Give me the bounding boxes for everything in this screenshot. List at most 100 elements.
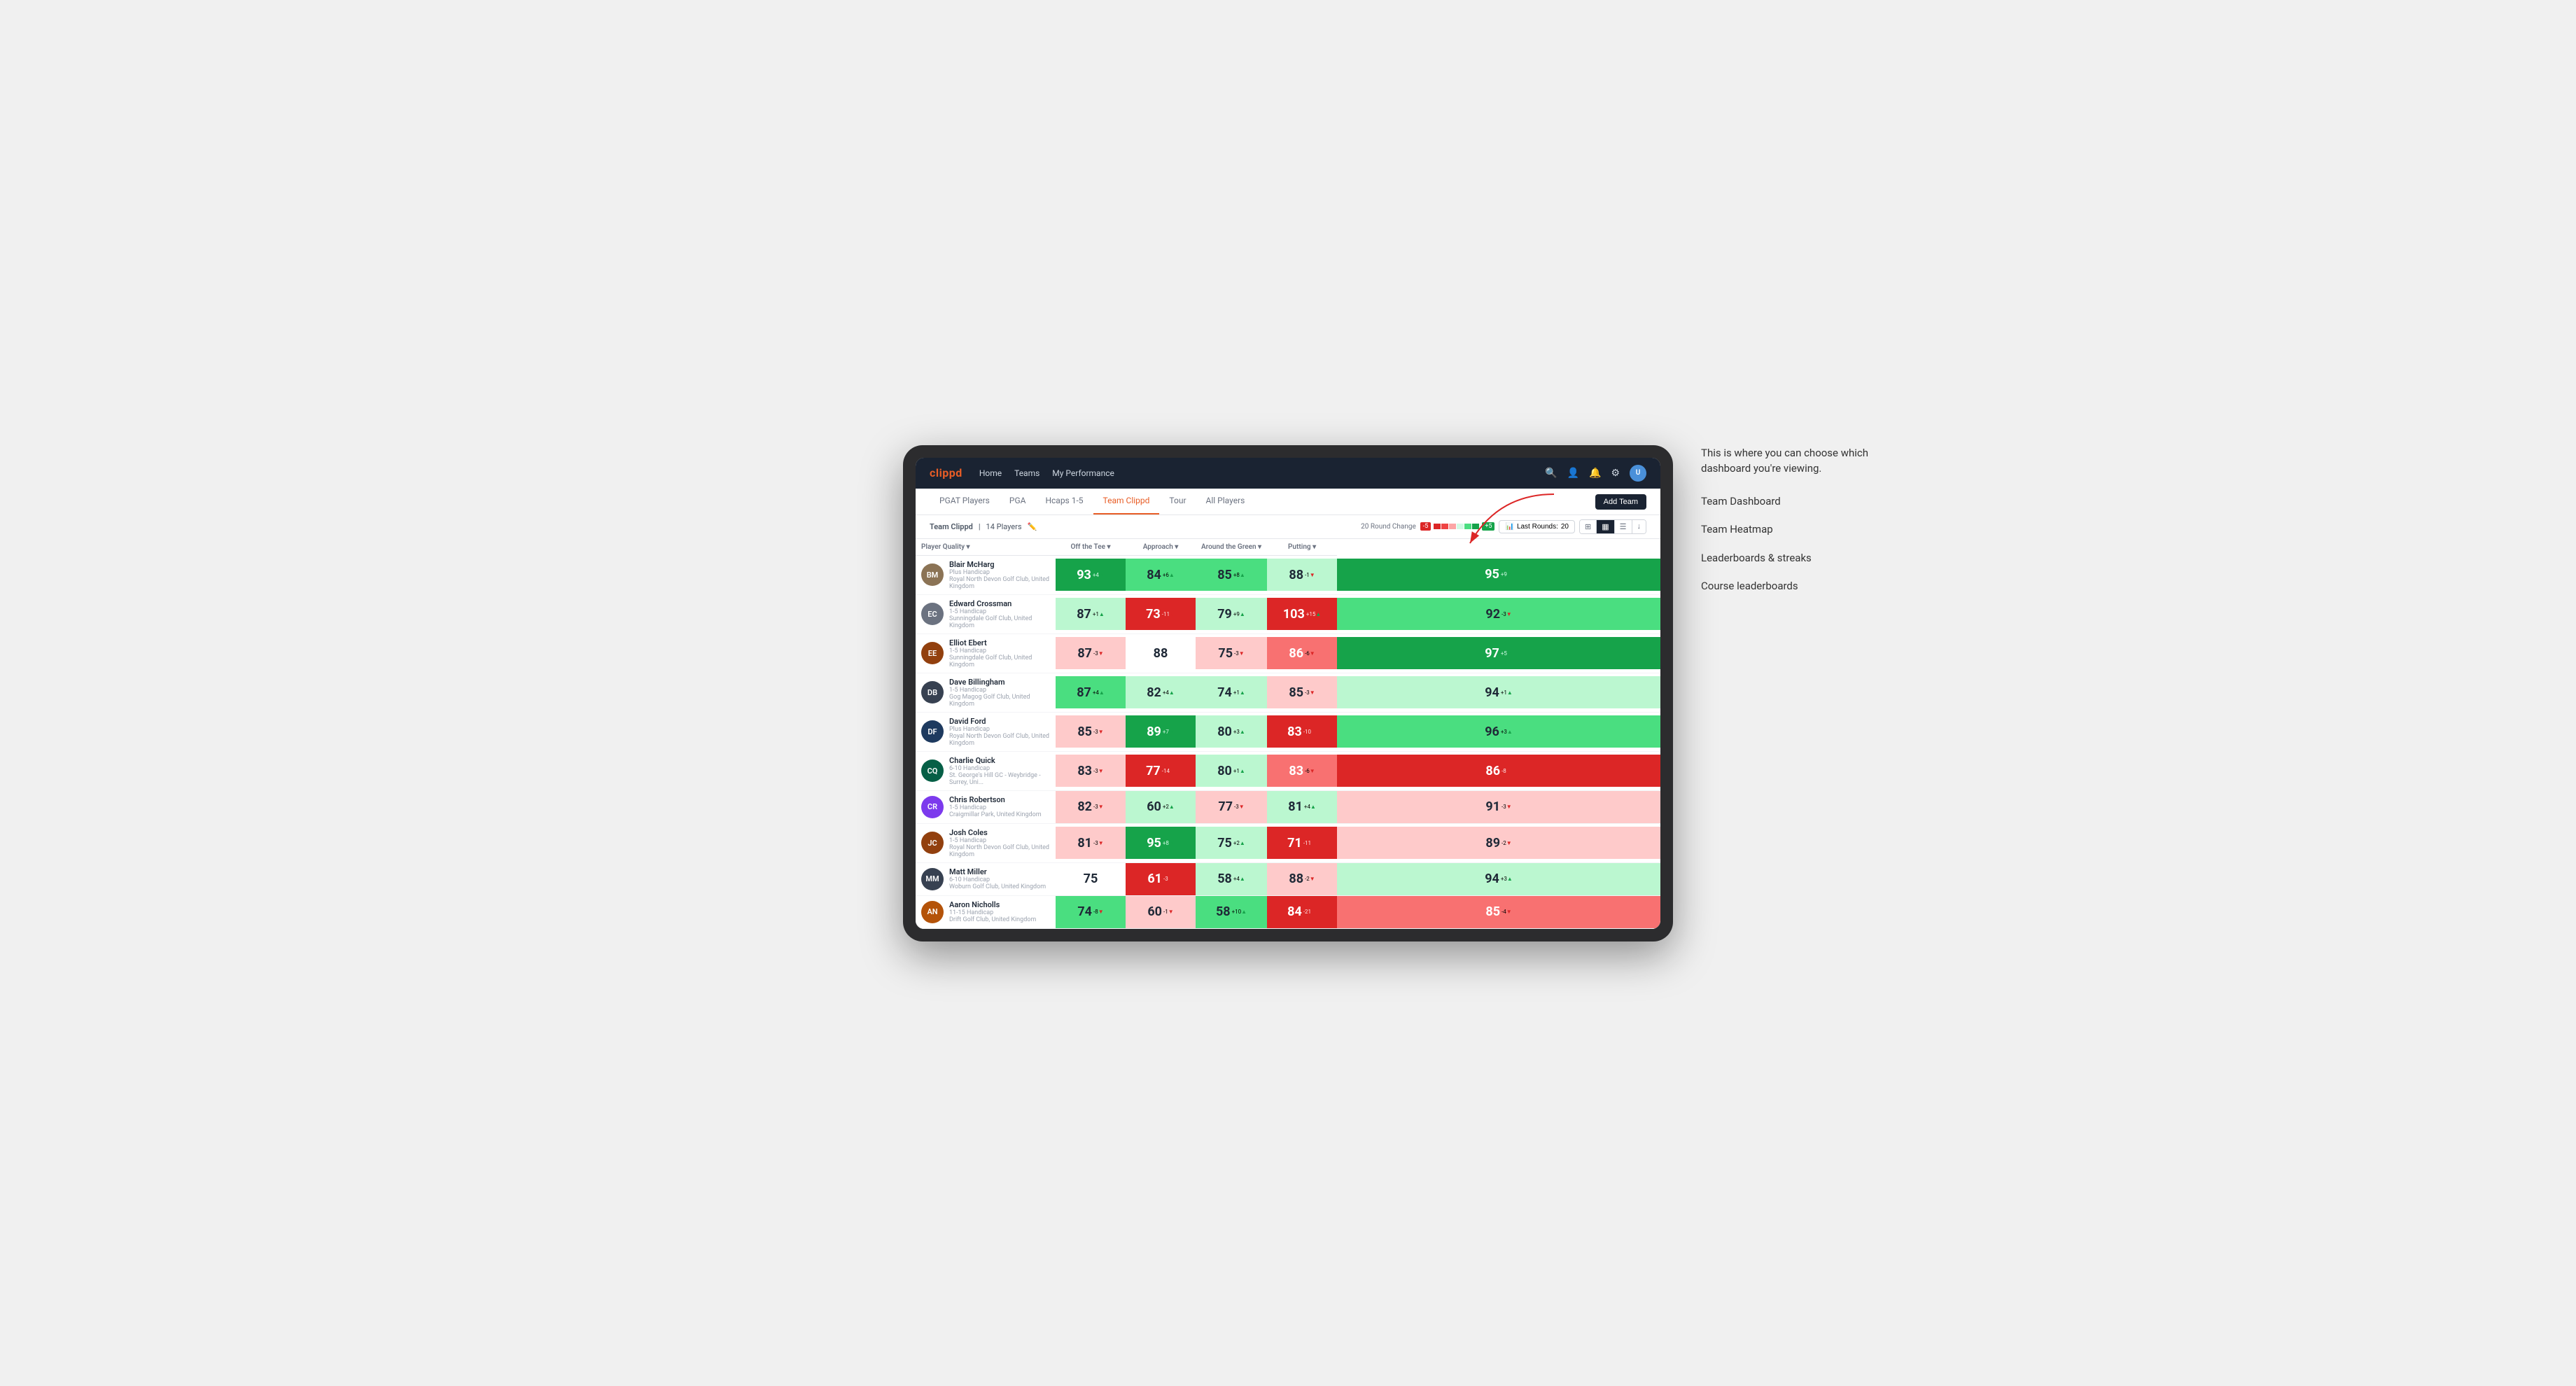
- col-header-approach[interactable]: Approach ▾: [1126, 539, 1196, 556]
- annotation-item-4: Course leaderboards: [1701, 578, 1897, 594]
- player-club: Royal North Devon Golf Club, United King…: [949, 844, 1050, 858]
- heatmap-view-button[interactable]: ▦: [1597, 520, 1614, 533]
- settings-icon[interactable]: ⚙: [1611, 468, 1620, 479]
- tab-team-clippd[interactable]: Team Clippd: [1093, 488, 1160, 514]
- tab-all-players[interactable]: All Players: [1196, 488, 1255, 514]
- player-handicap: Plus Handicap: [949, 569, 1050, 576]
- player-club: Royal North Devon Golf Club, United King…: [949, 576, 1050, 590]
- pipe-separator: |: [979, 522, 981, 531]
- player-cell-0[interactable]: BM Blair McHarg Plus Handicap Royal Nort…: [916, 555, 1056, 594]
- player-name: Dave Billingham: [949, 678, 1050, 687]
- stat-cell: 80 +3▲: [1196, 712, 1267, 751]
- stat-cell: 92 -3▼: [1337, 594, 1660, 634]
- annotation-arrow: [1428, 487, 1568, 557]
- player-cell-5[interactable]: CQ Charlie Quick 6-10 Handicap St. Georg…: [916, 751, 1056, 790]
- stat-cell: 84 +6▲: [1126, 555, 1196, 594]
- player-avatar: DF: [921, 720, 944, 743]
- stat-cell: 60 -1▼: [1126, 895, 1196, 928]
- player-avatar: DB: [921, 681, 944, 704]
- add-team-button[interactable]: Add Team: [1595, 494, 1646, 510]
- stat-cell: 82 -3▼: [1056, 790, 1126, 823]
- brand-logo: clippd: [930, 466, 962, 479]
- player-handicap: 1-5 Handicap: [949, 687, 1050, 694]
- stat-cell: 58 +10▲: [1196, 895, 1267, 928]
- stat-cell: 83 -6▼: [1267, 751, 1337, 790]
- player-cell-7[interactable]: JC Josh Coles 1-5 Handicap Royal North D…: [916, 823, 1056, 862]
- player-cell-8[interactable]: MM Matt Miller 6-10 Handicap Woburn Golf…: [916, 862, 1056, 895]
- tab-tour[interactable]: Tour: [1159, 488, 1196, 514]
- player-name: Blair McHarg: [949, 560, 1050, 569]
- stat-cell: 75 +2▲: [1196, 823, 1267, 862]
- search-icon[interactable]: 🔍: [1545, 468, 1557, 479]
- col-header-putting[interactable]: Putting ▾: [1267, 539, 1337, 556]
- list-view-button[interactable]: ☰: [1615, 520, 1632, 533]
- nav-link-my-performance[interactable]: My Performance: [1052, 465, 1114, 481]
- player-cell-3[interactable]: DB Dave Billingham 1-5 Handicap Gog Mago…: [916, 673, 1056, 712]
- player-cell-6[interactable]: CR Chris Robertson 1-5 Handicap Craigmil…: [916, 790, 1056, 823]
- bell-icon[interactable]: 🔔: [1589, 468, 1601, 479]
- player-avatar: AN: [921, 901, 944, 923]
- tab-pgat-players[interactable]: PGAT Players: [930, 488, 1000, 514]
- player-cell-1[interactable]: EC Edward Crossman 1-5 Handicap Sunningd…: [916, 594, 1056, 634]
- team-name: Team Clippd: [930, 522, 973, 531]
- player-cell-9[interactable]: AN Aaron Nicholls 11-15 Handicap Drift G…: [916, 895, 1056, 928]
- player-avatar: EC: [921, 603, 944, 625]
- player-avatar: BM: [921, 564, 944, 586]
- stat-cell: 88 -2▼: [1267, 862, 1337, 895]
- table-row: JC Josh Coles 1-5 Handicap Royal North D…: [916, 823, 1660, 862]
- edit-icon[interactable]: ✏️: [1028, 522, 1037, 531]
- stat-cell: 83 -10▼: [1267, 712, 1337, 751]
- player-info: Elliot Ebert 1-5 Handicap Sunningdale Go…: [949, 638, 1050, 668]
- player-avatar: EE: [921, 642, 944, 664]
- nav-link-teams[interactable]: Teams: [1014, 465, 1040, 481]
- stat-cell: 77 -14▼: [1126, 751, 1196, 790]
- stat-cell: 74 -8▼: [1056, 895, 1126, 928]
- player-count: 14 Players: [986, 522, 1022, 531]
- player-club: Gog Magog Golf Club, United Kingdom: [949, 694, 1050, 708]
- stat-cell: 58 +4▲: [1196, 862, 1267, 895]
- table-row: DF David Ford Plus Handicap Royal North …: [916, 712, 1660, 751]
- tab-pga[interactable]: PGA: [1000, 488, 1036, 514]
- player-handicap: 1-5 Handicap: [949, 648, 1050, 654]
- stat-cell: 94 +3▲: [1337, 862, 1660, 895]
- player-info: Aaron Nicholls 11-15 Handicap Drift Golf…: [949, 900, 1036, 923]
- table-row: CQ Charlie Quick 6-10 Handicap St. Georg…: [916, 751, 1660, 790]
- player-club: Craigmillar Park, United Kingdom: [949, 811, 1042, 818]
- download-button[interactable]: ↓: [1632, 520, 1646, 533]
- player-name: Chris Robertson: [949, 795, 1042, 804]
- stat-cell: 85 -3▼: [1056, 712, 1126, 751]
- stat-cell: 82 +4▲: [1126, 673, 1196, 712]
- stat-cell: 85 -4▼: [1337, 895, 1660, 928]
- col-header-off-tee[interactable]: Off the Tee ▾: [1056, 539, 1126, 556]
- tab-hcaps[interactable]: Hcaps 1-5: [1035, 488, 1093, 514]
- top-nav: clippd Home Teams My Performance 🔍 👤 🔔 ⚙…: [916, 458, 1660, 489]
- annotation-item-3: Leaderboards & streaks: [1701, 550, 1897, 566]
- stat-cell: 103 +15▲: [1267, 594, 1337, 634]
- player-cell-4[interactable]: DF David Ford Plus Handicap Royal North …: [916, 712, 1056, 751]
- annotation-list: Team Dashboard Team Heatmap Leaderboards…: [1701, 493, 1897, 594]
- player-name: David Ford: [949, 717, 1050, 726]
- col-header-player[interactable]: Player Quality ▾: [916, 539, 1056, 556]
- col-header-around-green[interactable]: Around the Green ▾: [1196, 539, 1267, 556]
- nav-links: Home Teams My Performance: [979, 465, 1114, 481]
- stat-cell: 60 +2▲: [1126, 790, 1196, 823]
- annotation-intro: This is where you can choose which dashb…: [1701, 445, 1897, 477]
- user-avatar[interactable]: U: [1630, 465, 1646, 482]
- player-handicap: 1-5 Handicap: [949, 804, 1042, 811]
- player-avatar: CR: [921, 796, 944, 818]
- round-change-label: 20 Round Change: [1361, 523, 1416, 531]
- nav-link-home[interactable]: Home: [979, 465, 1002, 481]
- player-club: Woburn Golf Club, United Kingdom: [949, 883, 1046, 890]
- stat-cell: 84 -21▼: [1267, 895, 1337, 928]
- player-cell-2[interactable]: EE Elliot Ebert 1-5 Handicap Sunningdale…: [916, 634, 1056, 673]
- heatmap-table: Player Quality ▾ Off the Tee ▾ Approach …: [916, 539, 1660, 929]
- nav-right: 🔍 👤 🔔 ⚙ U: [1545, 465, 1646, 482]
- player-club: Sunningdale Golf Club, United Kingdom: [949, 654, 1050, 668]
- grid-view-button[interactable]: ⊞: [1580, 520, 1597, 533]
- stat-cell: 96 +3▲: [1337, 712, 1660, 751]
- player-info: Charlie Quick 6-10 Handicap St. George's…: [949, 756, 1050, 786]
- player-handicap: 1-5 Handicap: [949, 608, 1050, 615]
- user-icon[interactable]: 👤: [1567, 468, 1579, 479]
- player-name: Josh Coles: [949, 828, 1050, 837]
- table-row: AN Aaron Nicholls 11-15 Handicap Drift G…: [916, 895, 1660, 928]
